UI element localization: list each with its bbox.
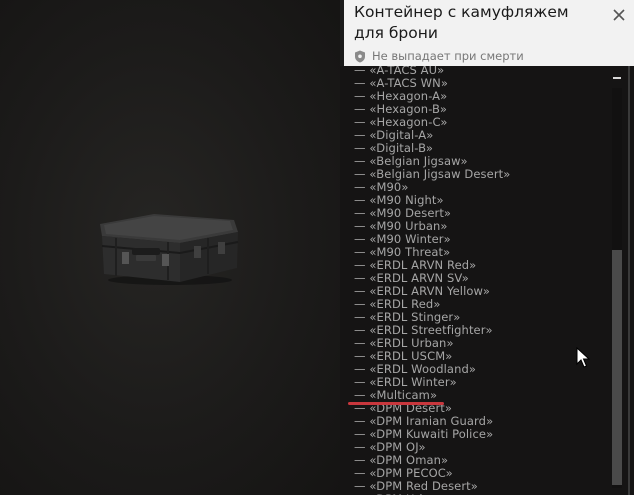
camo-list: — «A-TACS AU» — «A-TACS WN» — «Hexagon-A» —… — [354, 66, 510, 495]
mouse-cursor-icon — [576, 347, 590, 368]
scrollbar-thumb[interactable] — [612, 250, 622, 485]
item-subtitle: Не выпадает при смерти — [372, 49, 524, 63]
shield-icon — [355, 50, 365, 62]
highlight-underline — [348, 402, 444, 405]
scroll-up-icon[interactable] — [611, 72, 623, 84]
hard-case-image — [100, 214, 239, 285]
subtitle-row: Не выпадает при смерти — [354, 48, 524, 64]
close-icon[interactable] — [611, 7, 627, 23]
item-preview-area — [0, 0, 340, 495]
header-accent-bar — [340, 0, 344, 66]
item-header: Контейнер с камуфляжем для брони Не выпа… — [340, 0, 634, 66]
item-title: Контейнер с камуфляжем для брони — [354, 3, 569, 42]
item-info-panel: Контейнер с камуфляжем для брони Не выпа… — [340, 0, 634, 495]
description-list-area[interactable]: — «A-TACS AU» — «A-TACS WN» — «Hexagon-A» —… — [340, 66, 600, 495]
panel-edge-divider — [628, 66, 630, 495]
